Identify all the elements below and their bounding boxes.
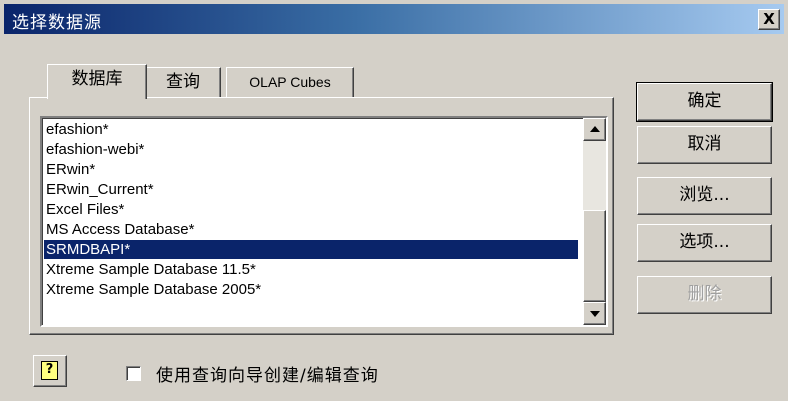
tab-database-label: 数据库 <box>71 69 123 89</box>
title-bar[interactable]: 选择数据源 X <box>4 4 784 34</box>
tab-olap-cubes-label: OLAP Cubes <box>249 74 331 90</box>
list-item[interactable]: efashion* <box>46 120 109 139</box>
help-button[interactable]: ? <box>33 355 67 387</box>
scroll-thumb[interactable] <box>583 210 606 302</box>
close-button[interactable]: X <box>758 9 780 30</box>
dialog-window: 选择数据源 X 数据库 查询 OLAP Cubes efashion* efas… <box>0 0 788 401</box>
tab-query-label: 查询 <box>166 72 200 92</box>
ok-button[interactable]: 确定 <box>636 82 773 122</box>
close-icon: X <box>763 10 775 28</box>
list-item[interactable]: ERwin* <box>46 160 95 179</box>
list-item[interactable]: efashion-webi* <box>46 140 144 159</box>
list-item[interactable]: Xtreme Sample Database 11.5* <box>46 260 256 279</box>
list-item[interactable]: Xtreme Sample Database 2005* <box>46 280 261 299</box>
list-item[interactable]: Excel Files* <box>46 200 124 219</box>
list-item-selected[interactable]: SRMDBAPI* <box>44 240 578 259</box>
tab-query[interactable]: 查询 <box>145 67 221 98</box>
tab-olap-cubes[interactable]: OLAP Cubes <box>226 67 354 98</box>
arrow-up-icon <box>590 126 600 132</box>
vertical-scrollbar[interactable] <box>583 118 606 325</box>
cancel-button[interactable]: 取消 <box>637 126 772 164</box>
options-button[interactable]: 选项... <box>637 224 772 262</box>
list-item[interactable]: MS Access Database* <box>46 220 194 239</box>
query-wizard-checkbox-label[interactable]: 使用查询向导创建/编辑查询 <box>156 361 379 386</box>
query-wizard-checkbox[interactable] <box>126 366 141 381</box>
datasource-list[interactable]: efashion* efashion-webi* ERwin* ERwin_Cu… <box>40 116 608 327</box>
arrow-down-icon <box>590 311 600 317</box>
help-icon: ? <box>41 361 58 380</box>
scroll-up-button[interactable] <box>583 118 606 141</box>
tab-database[interactable]: 数据库 <box>47 64 147 99</box>
scroll-down-button[interactable] <box>583 302 606 325</box>
delete-button: 删除 <box>637 276 772 314</box>
list-item[interactable]: ERwin_Current* <box>46 180 154 199</box>
browse-button[interactable]: 浏览... <box>637 177 772 215</box>
dialog-title: 选择数据源 <box>12 13 102 33</box>
